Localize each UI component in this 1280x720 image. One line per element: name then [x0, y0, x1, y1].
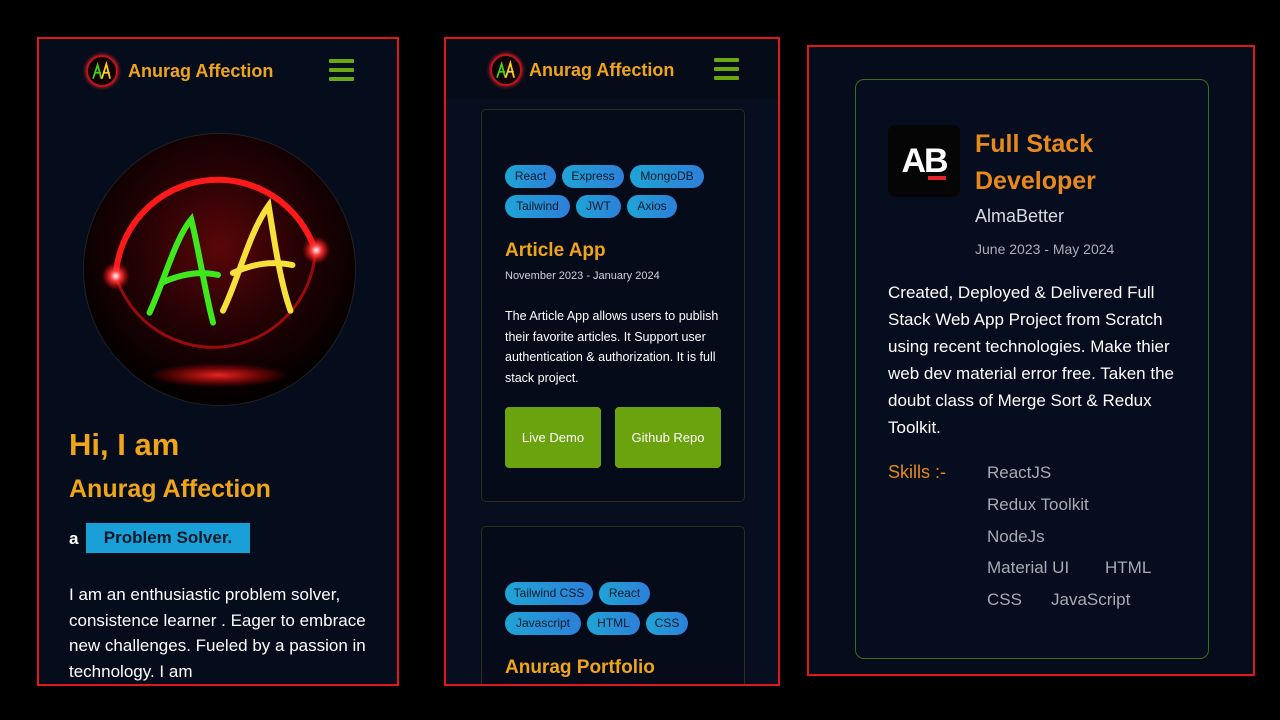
experience-card: AB Full Stack Developer AlmaBetter June …	[855, 79, 1209, 659]
project-title: Anurag Portfolio	[505, 657, 655, 678]
project-card: Tailwind CSS React Javascript HTML CSS A…	[481, 526, 745, 684]
projects-screen: Anurag Affection React Express MongoDB T…	[444, 37, 780, 686]
logo-text: AB	[901, 141, 948, 180]
project-title: Article App	[505, 240, 606, 261]
skill-item: Material UI	[987, 558, 1070, 577]
experience-screen: AB Full Stack Developer AlmaBetter June …	[807, 45, 1255, 676]
typed-role-badge: Problem Solver.	[86, 523, 250, 553]
home-screen: Anurag Affection Hi, I am Anurag Affecti…	[37, 37, 399, 686]
navbar: Anurag Affection	[446, 39, 778, 99]
tech-tag: Axios	[627, 195, 677, 218]
role-prefix: a	[69, 529, 79, 548]
skill-item: Redux Toolkit	[987, 495, 1089, 514]
profile-avatar	[83, 133, 356, 406]
tech-tag: React	[505, 165, 556, 188]
tech-tag: JWT	[576, 195, 621, 218]
tech-tag: Javascript	[505, 612, 581, 635]
tech-tag: HTML	[587, 612, 640, 635]
skill-item: HTML	[1105, 558, 1152, 577]
job-description: Created, Deployed & Delivered Full Stack…	[888, 283, 1174, 437]
tech-tag: CSS	[646, 612, 688, 635]
skill-item: ReactJS	[987, 463, 1052, 482]
brand-name[interactable]: Anurag Affection	[128, 61, 273, 82]
job-duration: June 2023 - May 2024	[975, 241, 1115, 257]
tech-tag: React	[599, 582, 650, 605]
company-name: AlmaBetter	[975, 206, 1065, 226]
github-repo-button[interactable]: Github Repo	[615, 407, 721, 468]
skill-item: NodeJs	[987, 527, 1045, 546]
project-card: React Express MongoDB Tailwind JWT Axios…	[481, 109, 745, 502]
almabetter-logo: AB	[888, 125, 960, 197]
live-demo-button[interactable]: Live Demo	[505, 407, 601, 468]
navbar: Anurag Affection	[39, 39, 397, 101]
hamburger-menu-icon[interactable]	[714, 58, 739, 80]
skills-label: Skills :-	[888, 462, 946, 482]
skill-item: JavaScript	[1051, 590, 1131, 609]
tech-tag: Tailwind CSS	[505, 582, 593, 605]
hero-name: Anurag Affection	[69, 475, 271, 503]
project-description: The Article App allows users to publish …	[505, 309, 719, 385]
project-date: November 2023 - January 2024	[505, 270, 660, 282]
tech-tag: MongoDB	[630, 165, 704, 188]
job-role: Full Stack Developer	[975, 130, 1096, 195]
logo-underline	[928, 176, 946, 180]
tech-tag: Tailwind	[505, 195, 570, 218]
brand-name[interactable]: Anurag Affection	[529, 60, 674, 81]
hamburger-menu-icon[interactable]	[329, 59, 354, 81]
skill-item: CSS	[987, 590, 1022, 609]
greeting: Hi, I am	[69, 427, 180, 462]
aa-logo-icon[interactable]	[490, 54, 522, 86]
bio-text: I am an enthusiastic problem solver, con…	[69, 585, 366, 681]
tech-tag: Express	[562, 165, 624, 188]
aa-logo-icon[interactable]	[86, 55, 118, 87]
